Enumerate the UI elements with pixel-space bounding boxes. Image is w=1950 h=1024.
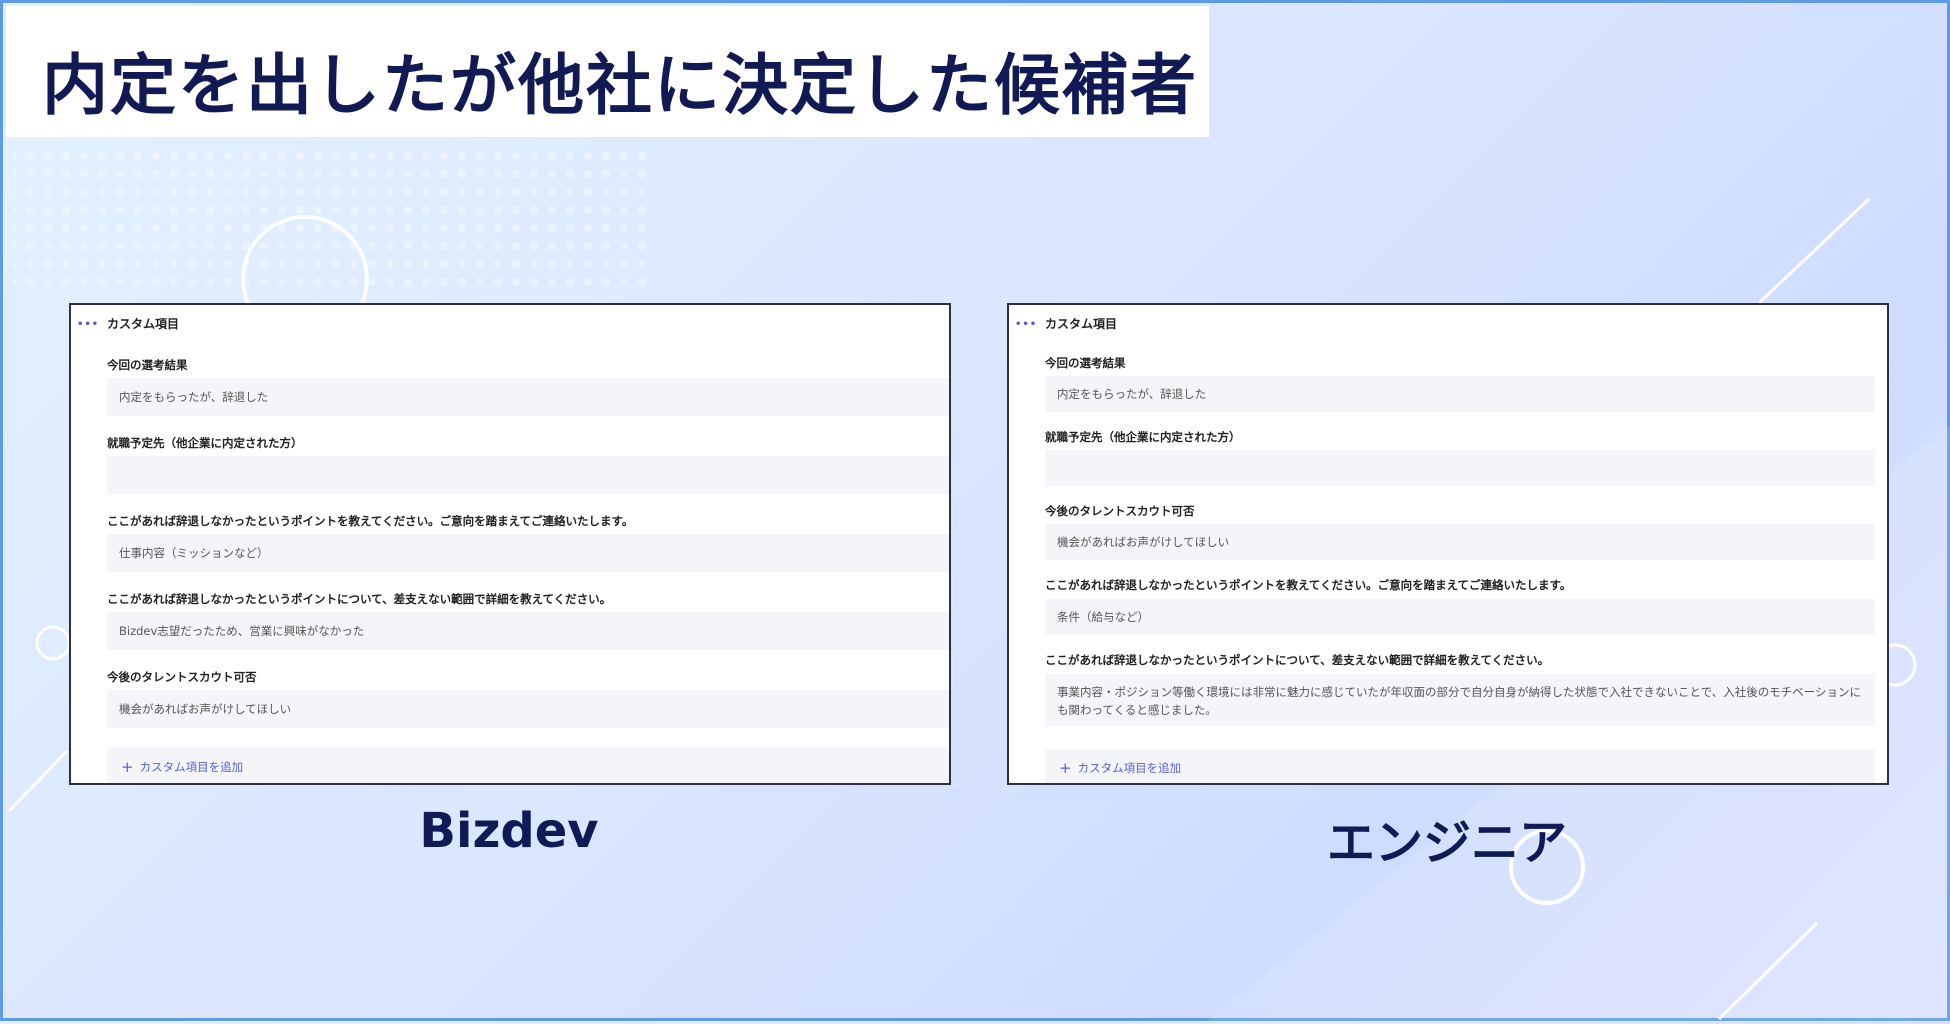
plus-icon: + (121, 758, 134, 776)
field-value-planned-employer[interactable] (107, 456, 949, 494)
field-label-decline-point: ここがあれば辞退しなかったというポイントを教えてください。ご意向を踏まえてご連絡… (107, 514, 634, 528)
field-value-talent-scout[interactable]: 機会があればお声がけしてほしい (107, 690, 949, 728)
field-value-decline-point[interactable]: 仕事内容（ミッションなど） (107, 534, 949, 572)
panel-header: カスタム項目 (1045, 317, 1118, 331)
engineer-custom-fields-panel: ••• カスタム項目 今回の選考結果 内定をもらったが、辞退した 就職予定先（他… (1007, 303, 1889, 785)
add-custom-field-label: カスタム項目を追加 (1077, 761, 1182, 775)
field-value-decline-point[interactable]: 条件（給与など） (1045, 599, 1875, 635)
add-custom-field-label: カスタム項目を追加 (139, 760, 244, 774)
field-label-decline-point: ここがあれば辞退しなかったというポイントを教えてください。ご意向を踏まえてご連絡… (1045, 578, 1572, 592)
field-value-planned-employer[interactable] (1045, 450, 1875, 486)
field-label-selection-result: 今回の選考結果 (107, 358, 188, 372)
more-options-icon[interactable]: ••• (77, 319, 99, 330)
field-label-planned-employer: 就職予定先（他企業に内定された方） (1045, 430, 1241, 444)
slide: 内定を出したが他社に決定した候補者 ••• カスタム項目 今回の選考結果 内定を… (0, 0, 1950, 1024)
caption-engineer: エンジニア (1326, 815, 1567, 871)
slide-title: 内定を出したが他社に決定した候補者 (42, 47, 1198, 124)
caption-bizdev: Bizdev (419, 803, 599, 859)
field-label-planned-employer: 就職予定先（他企業に内定された方） (107, 436, 303, 450)
field-label-talent-scout: 今後のタレントスカウト可否 (1045, 504, 1195, 518)
field-value-talent-scout[interactable]: 機会があればお声がけしてほしい (1045, 524, 1875, 560)
field-value-decline-detail[interactable]: Bizdev志望だったため、営業に興味がなかった (107, 612, 949, 650)
field-label-talent-scout: 今後のタレントスカウト可否 (107, 670, 257, 684)
field-label-decline-detail: ここがあれば辞退しなかったというポイントについて、差支えない範囲で詳細を教えてく… (1045, 653, 1550, 667)
add-custom-field-button[interactable]: + カスタム項目を追加 (107, 747, 949, 783)
field-value-selection-result[interactable]: 内定をもらったが、辞退した (1045, 376, 1875, 412)
field-value-decline-detail[interactable]: 事業内容・ポジション等働く環境には非常に魅力に感じていたが年収面の部分で自分自身… (1045, 674, 1875, 726)
more-options-icon[interactable]: ••• (1015, 319, 1037, 330)
field-label-decline-detail: ここがあれば辞退しなかったというポイントについて、差支えない範囲で詳細を教えてく… (107, 592, 612, 606)
bizdev-custom-fields-panel: ••• カスタム項目 今回の選考結果 内定をもらったが、辞退した 就職予定先（他… (69, 303, 951, 785)
title-banner: 内定を出したが他社に決定した候補者 (6, 6, 1209, 137)
add-custom-field-button[interactable]: + カスタム項目を追加 (1045, 749, 1875, 783)
field-value-selection-result[interactable]: 内定をもらったが、辞退した (107, 378, 949, 416)
field-label-selection-result: 今回の選考結果 (1045, 356, 1126, 370)
panel-header: カスタム項目 (107, 317, 180, 331)
plus-icon: + (1059, 759, 1072, 777)
